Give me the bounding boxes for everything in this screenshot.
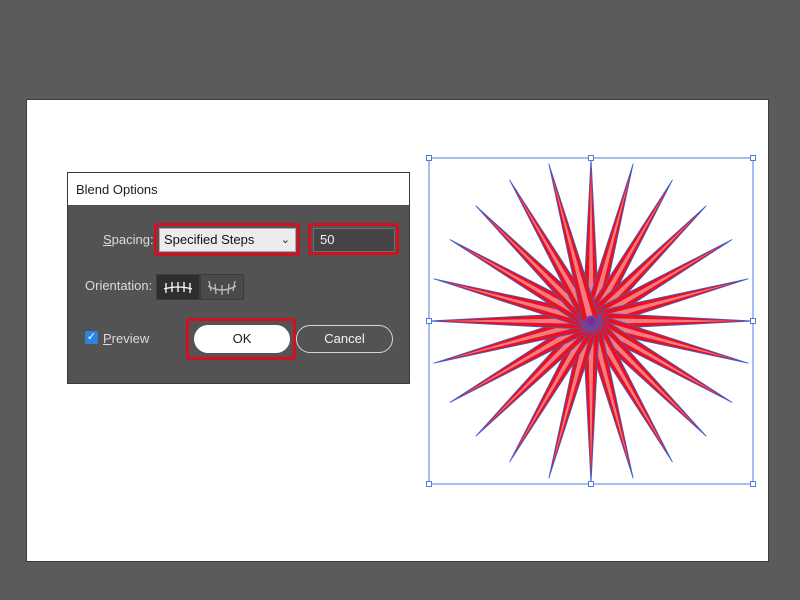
align-to-page-icon — [163, 282, 193, 293]
spacing-label-text: pacing: — [111, 232, 154, 247]
preview-checkbox[interactable]: ✓ — [85, 331, 98, 344]
preview-label[interactable]: Preview — [103, 331, 149, 346]
blend-options-dialog: Blend Options Spacing: Specified Steps ⌄… — [67, 172, 410, 384]
spacing-label-mnemonic: S — [103, 232, 112, 247]
handle-top-left[interactable] — [426, 155, 432, 161]
dialog-title: Blend Options — [68, 173, 409, 205]
handle-top-center[interactable] — [588, 155, 594, 161]
preview-label-mnemonic: P — [103, 331, 112, 346]
preview-label-text: review — [111, 331, 150, 346]
handle-bottom-left[interactable] — [426, 481, 432, 487]
handle-bottom-center[interactable] — [588, 481, 594, 487]
highlight-spacing-select — [154, 223, 300, 256]
orientation-label: Orientation: — [85, 278, 153, 293]
highlight-steps-input — [308, 223, 399, 255]
align-to-path-icon — [207, 280, 237, 295]
orientation-align-to-page-button[interactable] — [156, 274, 200, 300]
handle-middle-right[interactable] — [750, 318, 756, 324]
orientation-align-to-path-button[interactable] — [200, 274, 244, 300]
checkmark-icon: ✓ — [86, 331, 97, 343]
highlight-ok-button — [186, 318, 296, 360]
spacing-label: Spacing: — [103, 232, 154, 247]
handle-bottom-right[interactable] — [750, 481, 756, 487]
starburst-center — [585, 315, 597, 327]
handle-top-right[interactable] — [750, 155, 756, 161]
handle-middle-left[interactable] — [426, 318, 432, 324]
cancel-button[interactable]: Cancel — [296, 325, 393, 353]
